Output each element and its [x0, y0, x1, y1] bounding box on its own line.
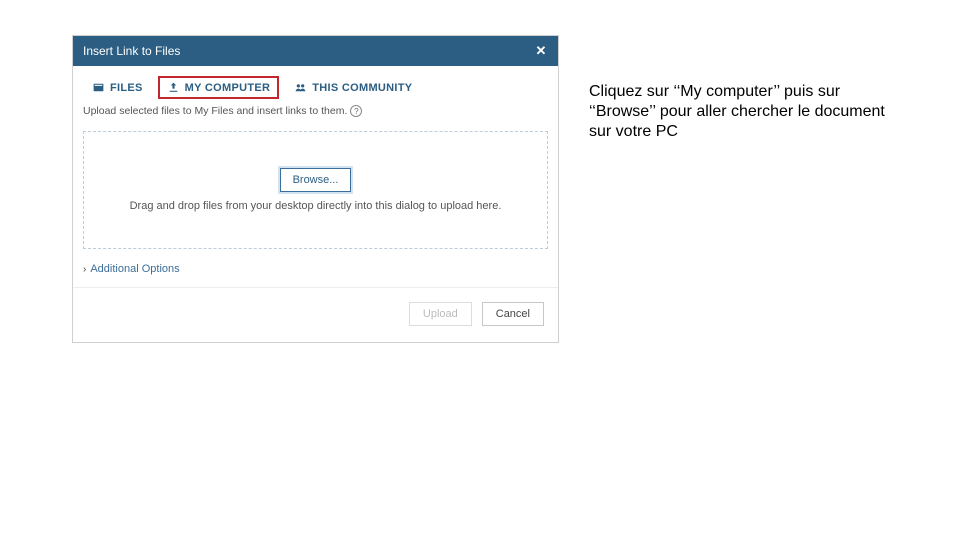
source-tabs: FILES MY COMPUTER THIS COMMUNITY	[73, 66, 558, 103]
tab-my-computer-label: MY COMPUTER	[185, 82, 271, 94]
tab-this-community[interactable]: THIS COMMUNITY	[285, 76, 421, 99]
close-icon[interactable]: ✕	[534, 44, 548, 58]
tab-files-label: FILES	[110, 82, 143, 94]
community-icon	[294, 81, 307, 94]
upload-instruction: Upload selected files to My Files and in…	[73, 103, 558, 125]
chevron-right-icon: ›	[83, 264, 86, 275]
tab-my-computer[interactable]: MY COMPUTER	[158, 76, 280, 99]
dropzone-hint: Drag and drop files from your desktop di…	[130, 200, 502, 212]
upload-instruction-text: Upload selected files to My Files and in…	[83, 105, 347, 117]
additional-options-label: Additional Options	[90, 263, 179, 275]
upload-button: Upload	[409, 302, 472, 326]
additional-options-toggle[interactable]: › Additional Options	[73, 259, 558, 287]
upload-icon	[167, 81, 180, 94]
dialog-titlebar: Insert Link to Files ✕	[73, 36, 558, 66]
tab-this-community-label: THIS COMMUNITY	[312, 82, 412, 94]
file-dropzone[interactable]: Browse... Drag and drop files from your …	[83, 131, 548, 249]
help-icon[interactable]: ?	[350, 105, 362, 117]
files-icon	[92, 81, 105, 94]
instruction-annotation: Cliquez sur ‘‘My computer’’ puis sur ‘‘B…	[589, 82, 899, 142]
tab-files[interactable]: FILES	[83, 76, 152, 99]
dialog-title: Insert Link to Files	[83, 44, 180, 58]
browse-button[interactable]: Browse...	[280, 168, 352, 192]
cancel-button[interactable]: Cancel	[482, 302, 544, 326]
dialog-footer: Upload Cancel	[73, 287, 558, 342]
insert-link-dialog: Insert Link to Files ✕ FILES MY COMPUTER	[72, 35, 559, 343]
